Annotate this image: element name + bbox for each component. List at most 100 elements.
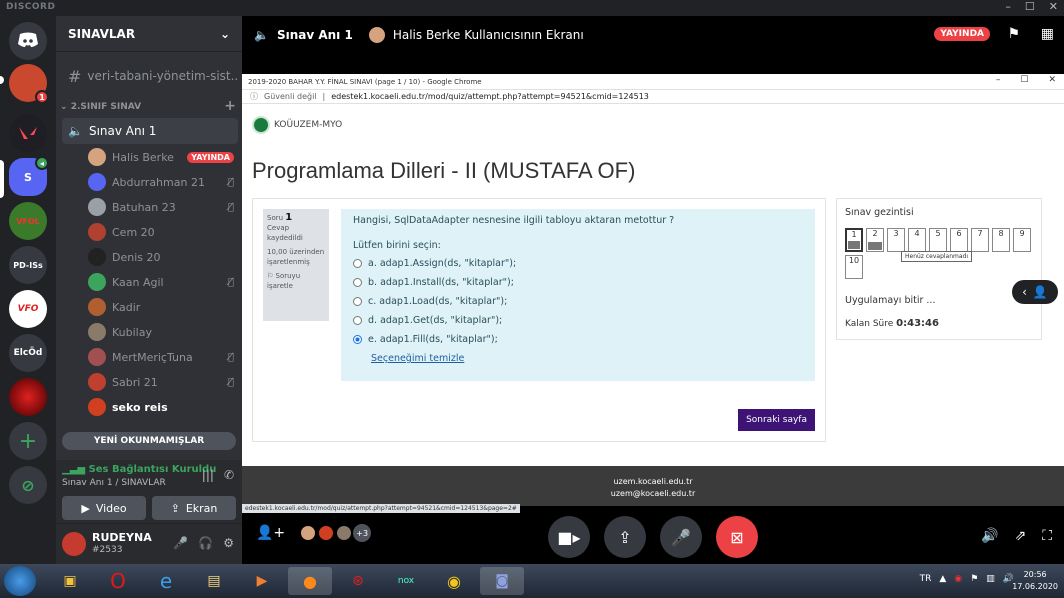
file-explorer-icon[interactable]: ▤: [192, 567, 236, 595]
answer-option[interactable]: b. adap1.Install(ds, "kitaplar");: [353, 273, 803, 292]
elcod-server-icon[interactable]: ElcÖd: [9, 334, 47, 372]
nav-page-cell[interactable]: 2: [866, 228, 884, 252]
flag-icon[interactable]: ⚑: [970, 574, 978, 584]
vfo-server-icon[interactable]: VFO: [9, 290, 47, 328]
server-header[interactable]: SINAVLAR ⌄: [56, 16, 242, 52]
red-server-icon[interactable]: [9, 378, 47, 416]
answer-option[interactable]: c. adap1.Load(ds, "kitaplar");: [353, 292, 803, 311]
fullscreen-icon[interactable]: ⛶: [1042, 528, 1052, 544]
radio-button-selected[interactable]: [353, 335, 362, 344]
chevron-up-icon[interactable]: ▲: [939, 574, 946, 584]
explore-servers-icon[interactable]: ⊘: [9, 466, 47, 504]
answer-option[interactable]: d. adap1.Get(ds, "kitaplar");: [353, 311, 803, 330]
taskbar-app-1[interactable]: ▣: [48, 567, 92, 595]
user-avatar[interactable]: [62, 532, 86, 556]
nav-page-cell[interactable]: 6: [950, 228, 968, 252]
close-icon[interactable]: ✕: [1048, 75, 1056, 85]
next-page-button[interactable]: Sonraki sayfa: [738, 409, 815, 431]
maximize-icon[interactable]: ☐: [1020, 75, 1028, 85]
popout-icon[interactable]: ⇗: [1014, 528, 1026, 544]
nav-page-cell[interactable]: 7: [971, 228, 989, 252]
voice-status[interactable]: ▁▃▅ Ses Bağlantısı Kuruldu: [62, 464, 216, 475]
voice-user[interactable]: Sabri 21 🎙̸: [88, 371, 234, 393]
opera-icon[interactable]: O: [96, 567, 140, 595]
footer-line-2[interactable]: uzem@kocaeli.edu.tr: [242, 488, 1064, 500]
share-screen-button[interactable]: ⇪: [604, 516, 646, 558]
screen-share-button[interactable]: ⇪ Ekran: [152, 496, 236, 520]
radio-button[interactable]: [353, 316, 362, 325]
taskbar-app-red-icon[interactable]: ⊛: [336, 567, 380, 595]
nav-page-cell[interactable]: 10: [845, 255, 863, 279]
text-channel[interactable]: # veri-tabani-yönetim-sist...: [62, 64, 238, 88]
camera-button[interactable]: ■▸: [548, 516, 590, 558]
nox-player-icon[interactable]: nox: [384, 567, 428, 595]
nav-page-cell[interactable]: 9: [1013, 228, 1031, 252]
pd-iss-server-icon[interactable]: PD-ISs: [9, 246, 47, 284]
voice-user[interactable]: Denis 20: [88, 246, 234, 268]
answer-option[interactable]: a. adap1.Assign(ds, "kitaplar");: [353, 254, 803, 273]
address-bar[interactable]: ⓘ Güvenli değil | edestek1.kocaeli.edu.t…: [242, 90, 1064, 104]
internet-explorer-icon[interactable]: e: [144, 567, 188, 595]
s-server-icon[interactable]: S ◂: [9, 156, 49, 196]
volume-icon[interactable]: 🔊: [981, 528, 998, 544]
clock[interactable]: 20:56 17.06.2020: [1012, 569, 1058, 593]
video-button[interactable]: ▶ Video: [62, 496, 146, 520]
minimize-icon[interactable]: –: [996, 75, 1001, 85]
discord-taskbar-icon[interactable]: ◙: [480, 567, 524, 595]
grid-icon[interactable]: ▦: [1041, 26, 1054, 42]
site-logo[interactable]: KOÜUZEM-MYO: [252, 116, 342, 134]
flag-question-link[interactable]: ⚐ Soruyu işaretle: [267, 271, 325, 291]
start-button[interactable]: [4, 566, 36, 596]
nav-page-cell[interactable]: 5: [929, 228, 947, 252]
server-avatar-1[interactable]: 1: [9, 64, 49, 104]
maximize-icon[interactable]: ☐: [1025, 0, 1035, 13]
language-indicator[interactable]: TR: [920, 574, 932, 584]
voice-user[interactable]: Kubilay: [88, 321, 234, 343]
media-player-icon[interactable]: ▶: [240, 567, 284, 595]
finish-attempt-link[interactable]: Uygulamayı bitir ...: [845, 295, 1033, 306]
nav-page-cell[interactable]: 3: [887, 228, 905, 252]
footer-line-1[interactable]: uzem.kocaeli.edu.tr: [242, 476, 1064, 488]
add-user-icon[interactable]: 👤+: [256, 525, 285, 541]
radio-button[interactable]: [353, 297, 362, 306]
voice-user[interactable]: Batuhan 23 🎙̸: [88, 196, 234, 218]
voice-user[interactable]: MertMeriçTuna 🎙̸: [88, 346, 234, 368]
noise-suppression-icon[interactable]: |||: [202, 468, 214, 482]
voice-channel[interactable]: 🔈 Sınav Anı 1: [62, 118, 238, 144]
clear-choice-link[interactable]: Seçeneğimi temizle: [371, 353, 803, 364]
home-button[interactable]: [9, 22, 47, 60]
radio-button[interactable]: [353, 259, 362, 268]
microphone-icon[interactable]: 🎤: [173, 536, 188, 550]
voice-user[interactable]: Cem 20: [88, 221, 234, 243]
gear-icon[interactable]: ⚙: [223, 536, 234, 550]
voice-user[interactable]: Halis Berke YAYINDA: [88, 146, 234, 168]
disconnect-icon[interactable]: ✆: [224, 468, 234, 482]
headphones-icon[interactable]: 🎧: [198, 536, 213, 550]
voice-user[interactable]: Kaan Agil 🎙̸: [88, 271, 234, 293]
firefox-icon[interactable]: ●: [288, 567, 332, 595]
member-list-toggle[interactable]: ‹ 👤: [1012, 280, 1058, 304]
valorant-server-icon[interactable]: [9, 114, 47, 152]
flag-icon[interactable]: ⚑: [1007, 26, 1020, 42]
tray-app-icon[interactable]: ◉: [954, 574, 962, 584]
mute-button[interactable]: 🎤: [660, 516, 702, 558]
radio-button[interactable]: [353, 278, 362, 287]
nav-page-cell[interactable]: 1: [845, 228, 863, 252]
nav-page-cell[interactable]: 8: [992, 228, 1010, 252]
new-unreads-button[interactable]: YENİ OKUNMAMIŞLAR: [62, 432, 236, 450]
extra-viewers-count[interactable]: +3: [353, 524, 372, 542]
close-icon[interactable]: ✕: [1049, 0, 1058, 13]
nav-page-cell[interactable]: 4: [908, 228, 926, 252]
chrome-icon[interactable]: ◉: [432, 567, 476, 595]
voice-user[interactable]: seko reis: [88, 396, 234, 418]
minimize-icon[interactable]: –: [1005, 0, 1011, 13]
network-icon[interactable]: ▥: [986, 574, 995, 584]
answer-option-selected[interactable]: e. adap1.Fill(ds, "kitaplar");: [353, 330, 803, 349]
stop-stream-button[interactable]: ⊠: [716, 516, 758, 558]
voice-user[interactable]: Abdurrahman 21 🎙̸: [88, 171, 234, 193]
channel-category[interactable]: ⌄ 2.SINIF SINAV +: [60, 98, 236, 114]
add-server-icon[interactable]: +: [9, 422, 47, 460]
voice-user[interactable]: Kadir: [88, 296, 234, 318]
vfol-server-icon[interactable]: VFOL: [9, 202, 47, 240]
add-channel-icon[interactable]: +: [224, 98, 236, 114]
